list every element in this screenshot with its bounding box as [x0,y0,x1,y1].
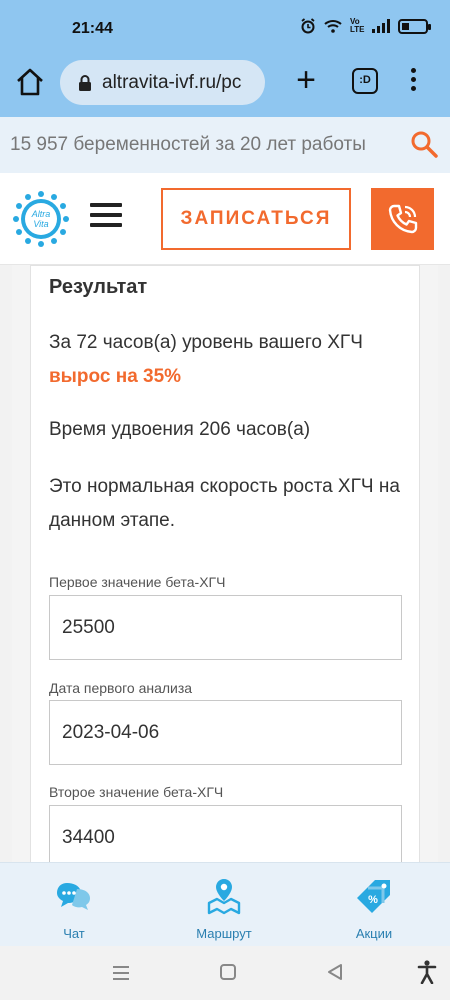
signup-button[interactable]: ЗАПИСАТЬСЯ [161,188,351,250]
home-system-icon[interactable] [219,963,237,981]
site-header: Altra Vita ЗАПИСАТЬСЯ [0,173,450,265]
hamburger-menu-icon[interactable] [90,203,122,229]
url-text: altravita-ivf.ru/pc [102,71,242,93]
battery-icon [398,18,431,34]
promo-search-bar: 15 957 беременностей за 20 лет работы [0,117,450,173]
first-date-input[interactable]: 2023-04-06 [49,700,402,765]
search-icon[interactable] [410,130,438,158]
altravita-logo[interactable]: Altra Vita [10,188,72,250]
second-hcg-label: Второе значение бета-ХГЧ [49,784,224,800]
system-nav-bar [0,946,450,1000]
alarm-icon [301,18,315,34]
nav-route[interactable]: Маршрут [179,877,269,941]
first-hcg-label: Первое значение бета-ХГЧ [49,574,226,590]
signal-icon [372,19,390,33]
first-hcg-input[interactable]: 25500 [49,595,402,660]
logo-text-line2: Vita [33,219,48,229]
browser-menu-button[interactable] [405,64,421,100]
result-card: Результат За 72 часов(а) уровень вашего … [30,265,420,862]
svg-text:%: % [368,894,378,906]
nav-chat-label: Чат [63,926,85,941]
status-icons: Vo LTE [300,17,431,34]
status-time: 21:44 [72,20,113,37]
tabs-button[interactable]: :D [352,68,378,94]
new-tab-button[interactable]: + [290,60,322,102]
back-icon[interactable] [326,963,344,981]
bottom-nav: Чат Маршрут % Акции [0,862,450,946]
status-bar: 21:44 Vo LTE [0,0,450,60]
result-doubling-text: Время удвоения 206 часов(а) [49,419,311,440]
result-title: Результат [49,276,148,298]
nav-route-label: Маршрут [196,926,252,941]
accessibility-icon[interactable] [417,960,437,984]
result-note: Это нормальная скорость роста ХГЧ на дан… [49,476,400,531]
volte-icon: Vo LTE [350,17,365,34]
url-bar[interactable]: altravita-ivf.ru/pc [60,60,265,105]
result-period-text: За 72 часов(а) уровень вашего ХГЧ [49,332,363,353]
logo-text-line1: Altra [31,209,51,219]
recents-icon[interactable] [112,964,130,982]
phone-icon [388,204,417,234]
discount-tag-icon: % [357,880,390,913]
nav-promos[interactable]: % Акции [329,877,419,941]
map-pin-icon [207,879,241,915]
promo-text: 15 957 беременностей за 20 лет работы [10,134,366,155]
calculator-content: Результат За 72 часов(а) уровень вашего … [12,265,438,862]
browser-toolbar: altravita-ivf.ru/pc + :D [0,60,450,117]
wifi-icon [324,20,342,33]
second-hcg-input[interactable]: 34400 [49,805,402,862]
nav-promos-label: Акции [355,926,393,941]
first-date-label: Дата первого анализа [49,680,193,696]
nav-chat[interactable]: Чат [29,877,119,941]
chat-icon [57,883,90,910]
call-button[interactable] [371,188,434,250]
result-growth-text: вырос на 35% [49,366,182,387]
lock-icon [79,74,91,91]
home-icon[interactable] [14,66,46,98]
